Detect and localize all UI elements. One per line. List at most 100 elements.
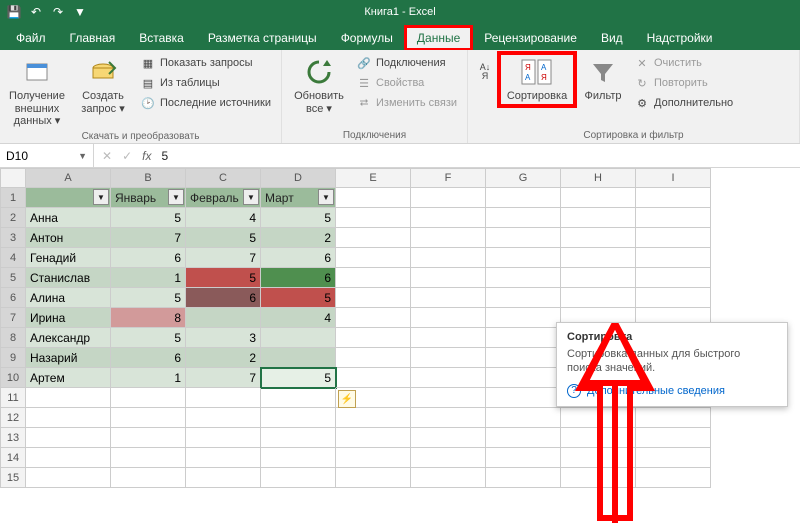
from-table-button[interactable]: ▤Из таблицы (138, 74, 273, 92)
cell[interactable] (186, 408, 261, 428)
filter-dropdown-icon[interactable]: ▼ (93, 189, 109, 205)
cell[interactable] (186, 308, 261, 328)
cell[interactable] (261, 428, 336, 448)
formula-input[interactable]: 5 (161, 149, 168, 163)
cell[interactable] (636, 448, 711, 468)
cell[interactable] (636, 288, 711, 308)
smart-tag[interactable]: ⚡ (338, 390, 356, 408)
table-header-cell[interactable]: Февраль▼ (186, 188, 261, 208)
col-I[interactable]: I (636, 168, 711, 188)
cell[interactable]: 5 (186, 268, 261, 288)
row-header[interactable]: 3 (0, 228, 26, 248)
clear-filter-button[interactable]: ✕Очистить (632, 54, 735, 72)
row-header[interactable]: 7 (0, 308, 26, 328)
cell[interactable]: 5 (111, 288, 186, 308)
cell[interactable]: Генадий (26, 248, 111, 268)
cell[interactable]: 3 (186, 328, 261, 348)
edit-links-button[interactable]: ⮂Изменить связи (354, 94, 459, 112)
cell[interactable] (336, 348, 411, 368)
cell[interactable] (636, 188, 711, 208)
cell[interactable] (486, 208, 561, 228)
cancel-icon[interactable]: ✕ (102, 149, 112, 163)
cell[interactable] (336, 368, 411, 388)
cell[interactable] (411, 268, 486, 288)
undo-icon[interactable]: ↶ (28, 4, 44, 20)
cell[interactable] (411, 388, 486, 408)
cell[interactable] (186, 468, 261, 488)
row-header[interactable]: 14 (0, 448, 26, 468)
cell[interactable] (111, 388, 186, 408)
cell[interactable]: Артем (26, 368, 111, 388)
cell[interactable] (486, 228, 561, 248)
cell[interactable] (486, 388, 561, 408)
cell[interactable] (111, 408, 186, 428)
cell[interactable] (561, 408, 636, 428)
filter-button[interactable]: Фильтр (578, 54, 628, 105)
tab-formulas[interactable]: Формулы (329, 26, 405, 50)
cell[interactable]: 6 (186, 288, 261, 308)
cell[interactable] (186, 428, 261, 448)
cell[interactable] (261, 388, 336, 408)
tab-home[interactable]: Главная (58, 26, 128, 50)
filter-dropdown-icon[interactable]: ▼ (168, 189, 184, 205)
row-header[interactable]: 15 (0, 468, 26, 488)
row-header[interactable]: 11 (0, 388, 26, 408)
cell[interactable] (486, 408, 561, 428)
cell[interactable] (186, 448, 261, 468)
cell[interactable] (336, 408, 411, 428)
cell[interactable] (486, 308, 561, 328)
cell[interactable] (486, 428, 561, 448)
cell[interactable] (411, 228, 486, 248)
row-header[interactable]: 8 (0, 328, 26, 348)
tab-file[interactable]: Файл (4, 26, 58, 50)
cell[interactable] (261, 328, 336, 348)
cell[interactable]: Антон (26, 228, 111, 248)
cell[interactable]: 5 (186, 228, 261, 248)
col-E[interactable]: E (336, 168, 411, 188)
cell[interactable] (636, 228, 711, 248)
new-query-button[interactable]: Создать запрос ▾ (72, 54, 134, 117)
cell[interactable]: 6 (261, 248, 336, 268)
cell[interactable]: 5 (261, 368, 336, 388)
row-header[interactable]: 4 (0, 248, 26, 268)
cell[interactable] (486, 188, 561, 208)
cell[interactable] (411, 368, 486, 388)
filter-dropdown-icon[interactable]: ▼ (318, 189, 334, 205)
cell[interactable] (186, 388, 261, 408)
cell[interactable] (336, 328, 411, 348)
row-header[interactable]: 5 (0, 268, 26, 288)
cell[interactable] (411, 308, 486, 328)
cell[interactable] (336, 228, 411, 248)
namebox-dropdown-icon[interactable]: ▼ (78, 151, 87, 161)
sort-az-button[interactable]: А↓Я (474, 54, 496, 90)
cell[interactable] (486, 448, 561, 468)
row-header[interactable]: 2 (0, 208, 26, 228)
cell[interactable] (561, 288, 636, 308)
cell[interactable] (111, 468, 186, 488)
cell[interactable] (486, 328, 561, 348)
cell[interactable]: Ирина (26, 308, 111, 328)
cell[interactable] (411, 328, 486, 348)
cell[interactable] (561, 448, 636, 468)
connections-button[interactable]: 🔗Подключения (354, 54, 459, 72)
cell[interactable] (411, 428, 486, 448)
sort-button[interactable]: ЯААЯ Сортировка (500, 54, 574, 105)
cell[interactable] (561, 228, 636, 248)
cell[interactable] (411, 188, 486, 208)
tab-view[interactable]: Вид (589, 26, 635, 50)
cell[interactable] (411, 208, 486, 228)
cell[interactable]: 7 (111, 228, 186, 248)
cell[interactable] (636, 268, 711, 288)
select-all-corner[interactable] (0, 168, 26, 188)
tab-data[interactable]: Данные (405, 26, 472, 50)
cell[interactable] (636, 428, 711, 448)
fx-icon[interactable]: fx (142, 149, 151, 163)
save-icon[interactable]: 💾 (6, 4, 22, 20)
row-header[interactable]: 10 (0, 368, 26, 388)
row-header[interactable]: 12 (0, 408, 26, 428)
col-D[interactable]: D (261, 168, 336, 188)
row-header[interactable]: 9 (0, 348, 26, 368)
reapply-button[interactable]: ↻Повторить (632, 74, 735, 92)
table-header-cell[interactable]: ▼ (26, 188, 111, 208)
cell[interactable] (26, 388, 111, 408)
